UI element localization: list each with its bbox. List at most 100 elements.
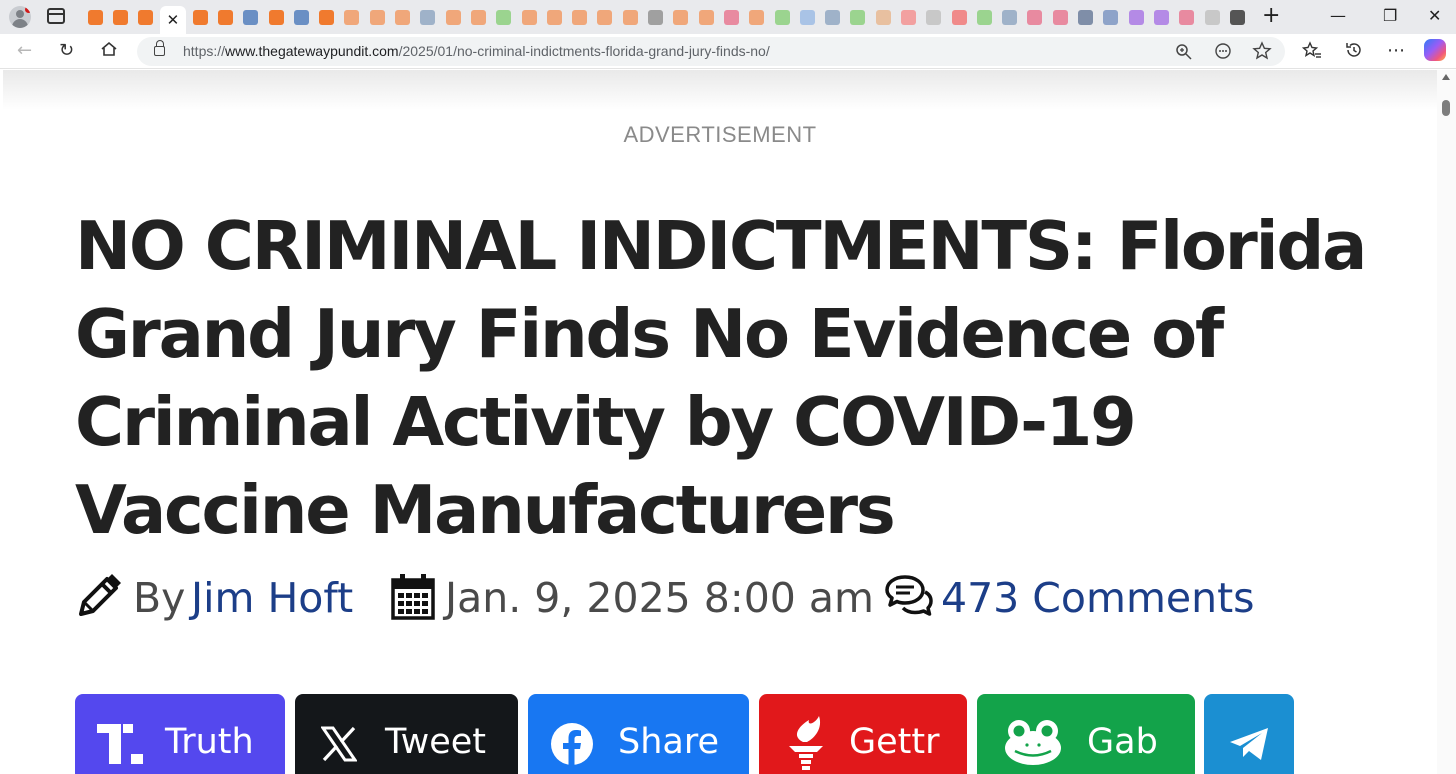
- address-bar[interactable]: https://www.thegatewaypundit.com/2025/01…: [137, 37, 1285, 66]
- back-button[interactable]: ←: [17, 40, 32, 62]
- tab-favicon-video-icon[interactable]: [1176, 6, 1198, 28]
- tab-favicon-yahoo-icon[interactable]: [1150, 6, 1172, 28]
- tab-favicon-video-icon[interactable]: [1049, 6, 1071, 28]
- share-gettr-button[interactable]: Gettr: [759, 694, 967, 774]
- x-logo-icon: [321, 726, 357, 762]
- tab-favicon-play-icon[interactable]: [847, 6, 869, 28]
- home-button[interactable]: [100, 40, 118, 64]
- comments-link[interactable]: 473 Comments: [941, 568, 1255, 628]
- tab-favicon-bookmark-icon[interactable]: [135, 6, 157, 28]
- tab-favicon-gp-icon[interactable]: [1100, 6, 1122, 28]
- tab-favicon-bookmark-icon[interactable]: [442, 6, 464, 28]
- tab-favicon-play-icon[interactable]: [493, 6, 515, 28]
- home-icon: [101, 41, 117, 56]
- globe-icon: [243, 9, 259, 25]
- copilot-icon[interactable]: [1424, 39, 1446, 61]
- new-tab-button[interactable]: +: [1262, 5, 1280, 27]
- bookmark-icon: [673, 9, 689, 25]
- bookmark-icon: [369, 9, 385, 25]
- share-telegram-button[interactable]: [1204, 694, 1294, 774]
- tab-favicon-r-icon[interactable]: [948, 6, 970, 28]
- tab-favicon-bookmark-icon[interactable]: [594, 6, 616, 28]
- tab-favicon-globe-icon[interactable]: [999, 6, 1021, 28]
- tab-actions-menu-icon[interactable]: [47, 8, 65, 24]
- tab-favicon-bookmark-icon[interactable]: [316, 6, 338, 28]
- url-text[interactable]: https://www.thegatewaypundit.com/2025/01…: [183, 43, 770, 59]
- author-link[interactable]: Jim Hoft: [191, 568, 353, 628]
- author-by-label: By: [133, 574, 186, 622]
- play-icon: [976, 9, 992, 25]
- vertical-scrollbar[interactable]: [1437, 70, 1456, 774]
- tab-favicon-video-icon[interactable]: [1024, 6, 1046, 28]
- e-icon: [901, 9, 916, 25]
- share-tweet-button[interactable]: Tweet: [295, 694, 518, 774]
- gettr-torch-icon: [789, 716, 823, 770]
- tab-favicon-bookmark-icon[interactable]: [518, 6, 540, 28]
- tab-favicon-bookmark-icon[interactable]: [265, 6, 287, 28]
- gp-icon: [1103, 9, 1119, 25]
- history-icon[interactable]: [1344, 40, 1364, 66]
- tab-favicon-globe-icon[interactable]: [290, 6, 312, 28]
- close-window-button[interactable]: ✕: [1428, 6, 1441, 26]
- tab-favicon-globe-icon[interactable]: [417, 6, 439, 28]
- restore-button[interactable]: ❐: [1383, 6, 1397, 26]
- tab-favicon-news-icon[interactable]: [645, 6, 667, 28]
- scrollbar-thumb[interactable]: [1442, 100, 1450, 116]
- tab-favicon-bookmark-icon[interactable]: [214, 6, 236, 28]
- tab-favicon-bookmark-icon[interactable]: [569, 6, 591, 28]
- favorite-star-icon[interactable]: [1252, 41, 1272, 65]
- close-tab-icon[interactable]: [159, 6, 186, 34]
- share-facebook-label: Share: [618, 722, 720, 762]
- tab-favicon-globe-icon[interactable]: [1226, 6, 1248, 28]
- share-facebook-button[interactable]: Share: [528, 694, 749, 774]
- tab-favicon-bookmark-icon[interactable]: [467, 6, 489, 28]
- tab-favicon-blog-icon[interactable]: [872, 6, 894, 28]
- share-truth-label: Truth: [165, 722, 254, 762]
- telegram-icon: [1230, 728, 1268, 760]
- tab-favicon-bookmark-icon[interactable]: [392, 6, 414, 28]
- tab-favicon-yahoo-icon[interactable]: [1125, 6, 1147, 28]
- tab-favicon-globe-icon[interactable]: [822, 6, 844, 28]
- minimize-button[interactable]: —: [1330, 6, 1346, 26]
- tab-favicon-bookmark-icon[interactable]: [341, 6, 363, 28]
- tab-favicon-bird-icon[interactable]: [923, 6, 945, 28]
- video-icon: [1027, 9, 1043, 25]
- advertisement-label: ADVERTISEMENT: [623, 122, 817, 147]
- share-gab-button[interactable]: Gab: [977, 694, 1195, 774]
- tab-favicon-image-icon[interactable]: [1201, 6, 1223, 28]
- share-tweet-label: Tweet: [385, 722, 487, 762]
- tab-favicon-bookmark-icon[interactable]: [109, 6, 131, 28]
- tab-favicon-bookmark-icon[interactable]: [695, 6, 717, 28]
- tab-favicon-bookmark-icon[interactable]: [543, 6, 565, 28]
- tab-favicon-bookmark-icon[interactable]: [619, 6, 641, 28]
- tab-favicon-bookmark-icon[interactable]: [189, 6, 211, 28]
- tab-favicon-search-icon[interactable]: [796, 6, 818, 28]
- calendar-icon: [391, 574, 435, 620]
- tab-favicon-image-icon[interactable]: [1075, 6, 1097, 28]
- bookmark-icon: [445, 9, 461, 25]
- tab-favicon-globe-icon[interactable]: [240, 6, 262, 28]
- image-icon: [1204, 9, 1220, 25]
- tab-favicon-bookmark-icon[interactable]: [366, 6, 388, 28]
- share-truth-button[interactable]: Truth: [75, 694, 285, 774]
- refresh-button[interactable]: ↻: [59, 40, 74, 62]
- tab-favicon-play-icon[interactable]: [771, 6, 793, 28]
- zoom-icon[interactable]: [1175, 41, 1193, 65]
- profile-avatar-icon[interactable]: [9, 6, 31, 28]
- tab-favicon-play-icon[interactable]: [973, 6, 995, 28]
- scroll-up-arrow-icon[interactable]: [1442, 74, 1450, 80]
- tab-favicon-bookmark-icon[interactable]: [670, 6, 692, 28]
- tab-favicon-video-icon[interactable]: [720, 6, 742, 28]
- bookmark-icon: [521, 9, 537, 25]
- favorites-icon[interactable]: [1301, 40, 1322, 66]
- tab-favicon-e-icon[interactable]: [898, 6, 920, 28]
- read-aloud-icon[interactable]: [1213, 41, 1233, 65]
- browser-toolbar: ← ↻ https://www.thegatewaypundit.com/202…: [0, 34, 1456, 69]
- more-options-icon[interactable]: ⋯: [1387, 40, 1405, 62]
- tab-list: [84, 6, 1252, 34]
- lock-icon[interactable]: [154, 40, 165, 56]
- tab-favicon-bookmark-icon[interactable]: [746, 6, 768, 28]
- tab-favicon-bookmark-icon[interactable]: [84, 6, 106, 28]
- globe-icon: [420, 9, 436, 25]
- tab-strip: + — ❐ ✕: [0, 0, 1456, 34]
